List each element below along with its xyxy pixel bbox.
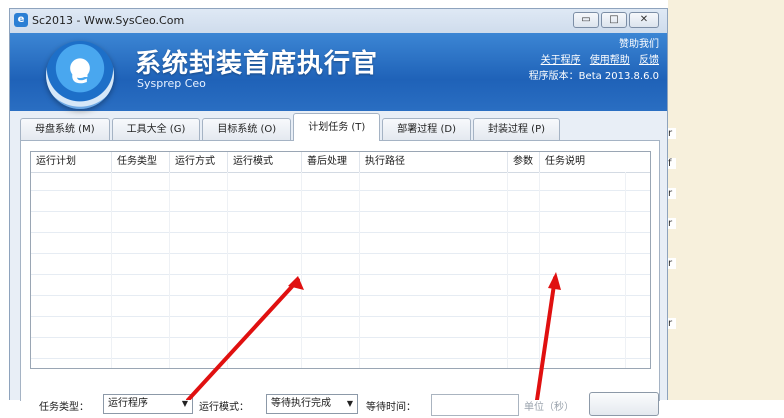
about-link[interactable]: 关于程序 bbox=[541, 55, 581, 66]
window-controls: ▭ □ ✕ bbox=[573, 12, 659, 28]
tab-bar: 母盘系统 (M) 工具大全 (G) 目标系统 (O) 计划任务 (T) 部署过程… bbox=[20, 113, 562, 141]
wait-time-label: 等待时间： bbox=[366, 402, 416, 413]
edge-char: r bbox=[668, 218, 676, 229]
close-button[interactable]: ✕ bbox=[629, 12, 659, 28]
wait-time-input[interactable] bbox=[431, 394, 519, 416]
logo-glyph: e bbox=[71, 60, 89, 90]
tab-tools[interactable]: 工具大全 (G) bbox=[111, 118, 201, 141]
wait-time-unit: 单位（秒） bbox=[524, 402, 574, 413]
title-bar[interactable]: e Sc2013 - Www.SysCeo.Com ▭ □ ✕ bbox=[10, 9, 667, 33]
edge-char: r bbox=[668, 258, 676, 269]
column-header[interactable]: 任务类型 bbox=[111, 152, 169, 172]
donate-link[interactable]: 赞助我们 bbox=[529, 37, 659, 53]
edge-char: r bbox=[668, 188, 676, 199]
action-button[interactable] bbox=[589, 392, 659, 416]
window-title: Sc2013 - Www.SysCeo.Com bbox=[32, 14, 185, 27]
dropdown-arrow-icon: ▼ bbox=[178, 395, 192, 413]
grid-header: 运行计划 任务类型 运行方式 运行模式 善后处理 执行路径 参数 任务说明 bbox=[31, 152, 650, 173]
column-header[interactable]: 任务说明 bbox=[539, 152, 625, 172]
column-divider bbox=[169, 172, 170, 368]
banner-info: 赞助我们 关于程序 使用帮助 反馈 程序版本：Beta 2013.8.6.0 bbox=[529, 37, 659, 85]
tab-deployment[interactable]: 部署过程 (D) bbox=[382, 118, 471, 141]
run-mode-label: 运行模式： bbox=[199, 402, 249, 413]
column-header[interactable]: 运行模式 bbox=[227, 152, 301, 172]
tab-scheduled-tasks[interactable]: 计划任务 (T) bbox=[293, 113, 381, 141]
help-link[interactable]: 使用帮助 bbox=[590, 55, 630, 66]
column-header[interactable]: 运行计划 bbox=[31, 152, 111, 172]
edge-char: f bbox=[668, 158, 676, 169]
column-header[interactable]: 参数 bbox=[507, 152, 539, 172]
column-header[interactable]: 执行路径 bbox=[359, 152, 507, 172]
task-type-label: 任务类型： bbox=[39, 402, 89, 413]
tab-target-system[interactable]: 目标系统 (O) bbox=[202, 118, 292, 141]
tab-master-system[interactable]: 母盘系统 (M) bbox=[20, 118, 110, 141]
edge-char: r bbox=[668, 318, 676, 329]
header-banner: e 系统封装首席执行官 Sysprep Ceo 赞助我们 关于程序 使用帮助 反… bbox=[10, 33, 667, 111]
app-title: 系统封装首席执行官 bbox=[135, 49, 379, 79]
banner-links: 关于程序 使用帮助 反馈 bbox=[529, 53, 659, 69]
background-document-strip: r f r r r r bbox=[668, 0, 784, 400]
scheduled-tasks-panel: 运行计划 任务类型 运行方式 运行模式 善后处理 执行路径 参数 任务说明 任务… bbox=[20, 140, 660, 416]
run-mode-select[interactable]: 等待执行完成 ▼ bbox=[266, 394, 358, 414]
column-divider bbox=[227, 172, 228, 368]
version-text: 程序版本：Beta 2013.8.6.0 bbox=[528, 71, 659, 82]
tab-packaging[interactable]: 封装过程 (P) bbox=[472, 118, 560, 141]
column-divider bbox=[539, 172, 540, 368]
app-subtitle: Sysprep Ceo bbox=[137, 77, 206, 90]
column-divider bbox=[301, 172, 302, 368]
task-grid[interactable]: 运行计划 任务类型 运行方式 运行模式 善后处理 执行路径 参数 任务说明 bbox=[30, 151, 651, 369]
task-form: 任务类型： 运行程序 ▼ 运行模式： 等待执行完成 ▼ 等待时间： 单位（秒） bbox=[21, 388, 659, 418]
column-divider bbox=[625, 172, 626, 368]
column-header[interactable]: 善后处理 bbox=[301, 152, 359, 172]
column-divider bbox=[359, 172, 360, 368]
task-type-select[interactable]: 运行程序 ▼ bbox=[103, 394, 193, 414]
feedback-link[interactable]: 反馈 bbox=[639, 55, 659, 66]
e-logo-icon: e bbox=[14, 13, 28, 27]
edge-char: r bbox=[668, 128, 676, 139]
column-header[interactable]: 运行方式 bbox=[169, 152, 227, 172]
app-logo-icon: e bbox=[46, 41, 114, 109]
maximize-button[interactable]: □ bbox=[601, 12, 627, 28]
column-divider bbox=[507, 172, 508, 368]
minimize-button[interactable]: ▭ bbox=[573, 12, 599, 28]
app-window: e Sc2013 - Www.SysCeo.Com ▭ □ ✕ e 系统封装首席… bbox=[9, 8, 668, 416]
dropdown-arrow-icon: ▼ bbox=[343, 395, 357, 413]
column-divider bbox=[111, 172, 112, 368]
